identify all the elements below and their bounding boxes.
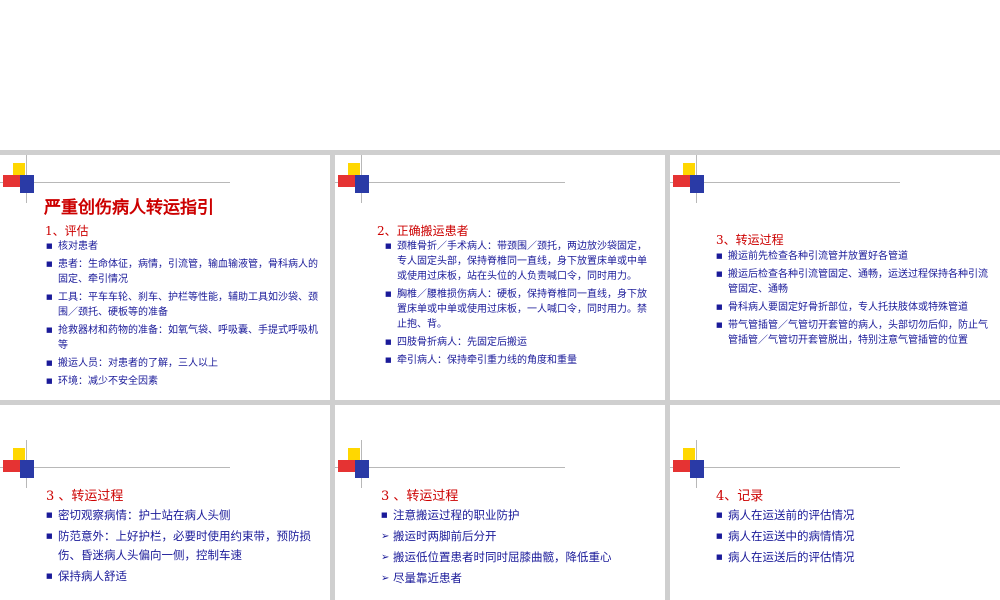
bullet-list: ■ 密切观察病情：护士站在病人头侧 ■ 防范意外：上好护栏，必要时使用约束带，预防损… — [46, 506, 312, 588]
section-heading: 3 、转运过程 — [46, 489, 124, 504]
list-item: ■ 搬运前先检查各种引流管并放置好各管道 — [716, 251, 908, 262]
list-item: ■ 工具：平车车轮、刹车、护栏等性能，辅助工具如沙袋、颈围／颈托、硬板等的准备 — [46, 292, 318, 318]
slide-decoration — [670, 155, 900, 205]
bullet-icon: ■ — [46, 377, 53, 385]
bullet-icon: ■ — [716, 532, 723, 540]
slide-decoration — [670, 440, 900, 490]
list-item: ➢ 尽量靠近患者 — [381, 569, 651, 588]
list-item: ■ 骨科病人要固定好骨折部位，专人托扶肢体或特殊管道 — [716, 302, 968, 313]
list-item: ■ 牵引病人：保持牵引重力线的角度和重量 — [385, 355, 577, 366]
bullet-list: ■ 核对患者 ■ 患者：生命体征，病情，引流管，输血输液管，骨科病人的固定、牵引情况… — [46, 239, 322, 392]
slide-decoration — [0, 440, 230, 490]
bullet-icon: ■ — [385, 356, 392, 364]
slide-1[interactable]: 严重创伤病人转运指引 1、评估 ■ 核对患者 ■ 患者：生命体征，病情，引流管，输血… — [0, 155, 330, 400]
bullet-icon: ■ — [46, 326, 53, 334]
list-item: ■ 病人在运送中的病情情况 — [716, 527, 986, 546]
list-item: ■ 颈椎骨折／手术病人：带颈围／颈托，两边放沙袋固定，专人固定头部，保持脊椎同一直… — [385, 241, 647, 282]
list-item: ■ 患者：生命体征，病情，引流管，输血输液管，骨科病人的固定、牵引情况 — [46, 259, 318, 285]
bullet-icon: ■ — [46, 359, 53, 367]
bullet-icon: ■ — [381, 511, 388, 519]
list-item: ■ 带气管插管／气管切开套管的病人，头部切勿后仰，防止气管插管／气管切开套管脱出，… — [716, 320, 988, 346]
slide-title: 严重创伤病人转运指引 — [44, 198, 214, 218]
slide-6[interactable]: 4、记录 ■ 病人在运送前的评估情况 ■ 病人在运送中的病情情况 ■ 病人在运送后的评… — [670, 405, 1000, 600]
list-item: ■ 胸椎／腰椎损伤病人：硬板，保持脊椎同一直线，身下放置床单或中单或使用过床板，一… — [385, 289, 647, 330]
section-heading: 3 、转运过程 — [381, 489, 459, 504]
bullet-list: ■ 注意搬运过程的职业防护 ➢ 搬运时两脚前后分开 ➢ 搬运低位置患者时同时屈膝曲髋，… — [381, 506, 651, 590]
bullet-list: ■ 病人在运送前的评估情况 ■ 病人在运送中的病情情况 ■ 病人在运送后的评估情况 — [716, 506, 986, 569]
slide-decoration — [335, 440, 565, 490]
bullet-icon: ■ — [385, 290, 392, 298]
bullet-icon: ■ — [716, 321, 723, 329]
bullet-icon: ■ — [46, 242, 53, 250]
section-heading: 3、转运过程 — [716, 233, 784, 247]
bullet-icon: ■ — [716, 511, 723, 519]
bullet-icon: ■ — [385, 242, 392, 250]
bullet-icon: ■ — [716, 252, 723, 260]
bullet-icon: ■ — [46, 293, 53, 301]
list-item: ■ 防范意外：上好护栏，必要时使用约束带，预防损伤、昏迷病人头偏向一侧，控制车速 — [46, 529, 311, 562]
slide-2[interactable]: 2、正确搬运患者 ■ 颈椎骨折／手术病人：带颈围／颈托，两边放沙袋固定，专人固定头… — [335, 155, 665, 400]
bullet-icon: ■ — [46, 572, 53, 580]
arrow-bullet-icon: ➢ — [381, 531, 390, 542]
section-heading: 4、记录 — [716, 489, 764, 504]
bullet-icon: ■ — [716, 270, 723, 278]
list-item: ■ 注意搬运过程的职业防护 — [381, 506, 651, 525]
list-item: ➢ 搬运时两脚前后分开 — [381, 527, 651, 546]
list-item: ■ 搬运后检查各种引流管固定、通畅，运送过程保持各种引流管固定、通畅 — [716, 269, 988, 295]
bullet-icon: ■ — [46, 532, 53, 540]
bullet-icon: ■ — [385, 338, 392, 346]
list-item: ■ 核对患者 — [46, 241, 98, 252]
bullet-list: ■ 颈椎骨折／手术病人：带颈围／颈托，两边放沙袋固定，专人固定头部，保持脊椎同一直… — [385, 239, 649, 371]
list-item: ■ 密切观察病情：护士站在病人头侧 — [46, 506, 312, 525]
slide-5[interactable]: 3 、转运过程 ■ 注意搬运过程的职业防护 ➢ 搬运时两脚前后分开 ➢ 搬运低位置患者… — [335, 405, 665, 600]
bullet-list: ■ 搬运前先检查各种引流管并放置好各管道 ■ 搬运后检查各种引流管固定、通畅，运送过… — [716, 249, 992, 351]
list-item: ➢ 搬运低位置患者时同时屈膝曲髋，降低重心 — [381, 548, 651, 567]
bullet-icon: ■ — [716, 303, 723, 311]
slide-decoration — [335, 155, 565, 205]
list-item: ■ 病人在运送前的评估情况 — [716, 506, 986, 525]
list-item: ■ 四肢骨折病人：先固定后搬运 — [385, 337, 527, 348]
arrow-bullet-icon: ➢ — [381, 573, 390, 584]
list-item: ■ 保持病人舒适 — [46, 567, 312, 586]
arrow-bullet-icon: ➢ — [381, 552, 390, 563]
list-item: ■ 环境：减少不安全因素 — [46, 376, 158, 387]
section-heading: 1、评估 — [45, 224, 89, 238]
slide-3[interactable]: 3、转运过程 ■ 搬运前先检查各种引流管并放置好各管道 ■ 搬运后检查各种引流管固定… — [670, 155, 1000, 400]
bullet-icon: ■ — [46, 260, 53, 268]
bullet-icon: ■ — [46, 511, 53, 519]
list-item: ■ 病人在运送后的评估情况 — [716, 548, 986, 567]
list-item: ■ 抢救器材和药物的准备：如氧气袋、呼吸囊、手提式呼吸机等 — [46, 325, 318, 351]
list-item: ■ 搬运人员：对患者的了解，三人以上 — [46, 358, 218, 369]
section-heading: 2、正确搬运患者 — [377, 224, 469, 238]
slide-4[interactable]: 3 、转运过程 ■ 密切观察病情：护士站在病人头侧 ■ 防范意外：上好护栏，必要时使… — [0, 405, 330, 600]
bullet-icon: ■ — [716, 553, 723, 561]
